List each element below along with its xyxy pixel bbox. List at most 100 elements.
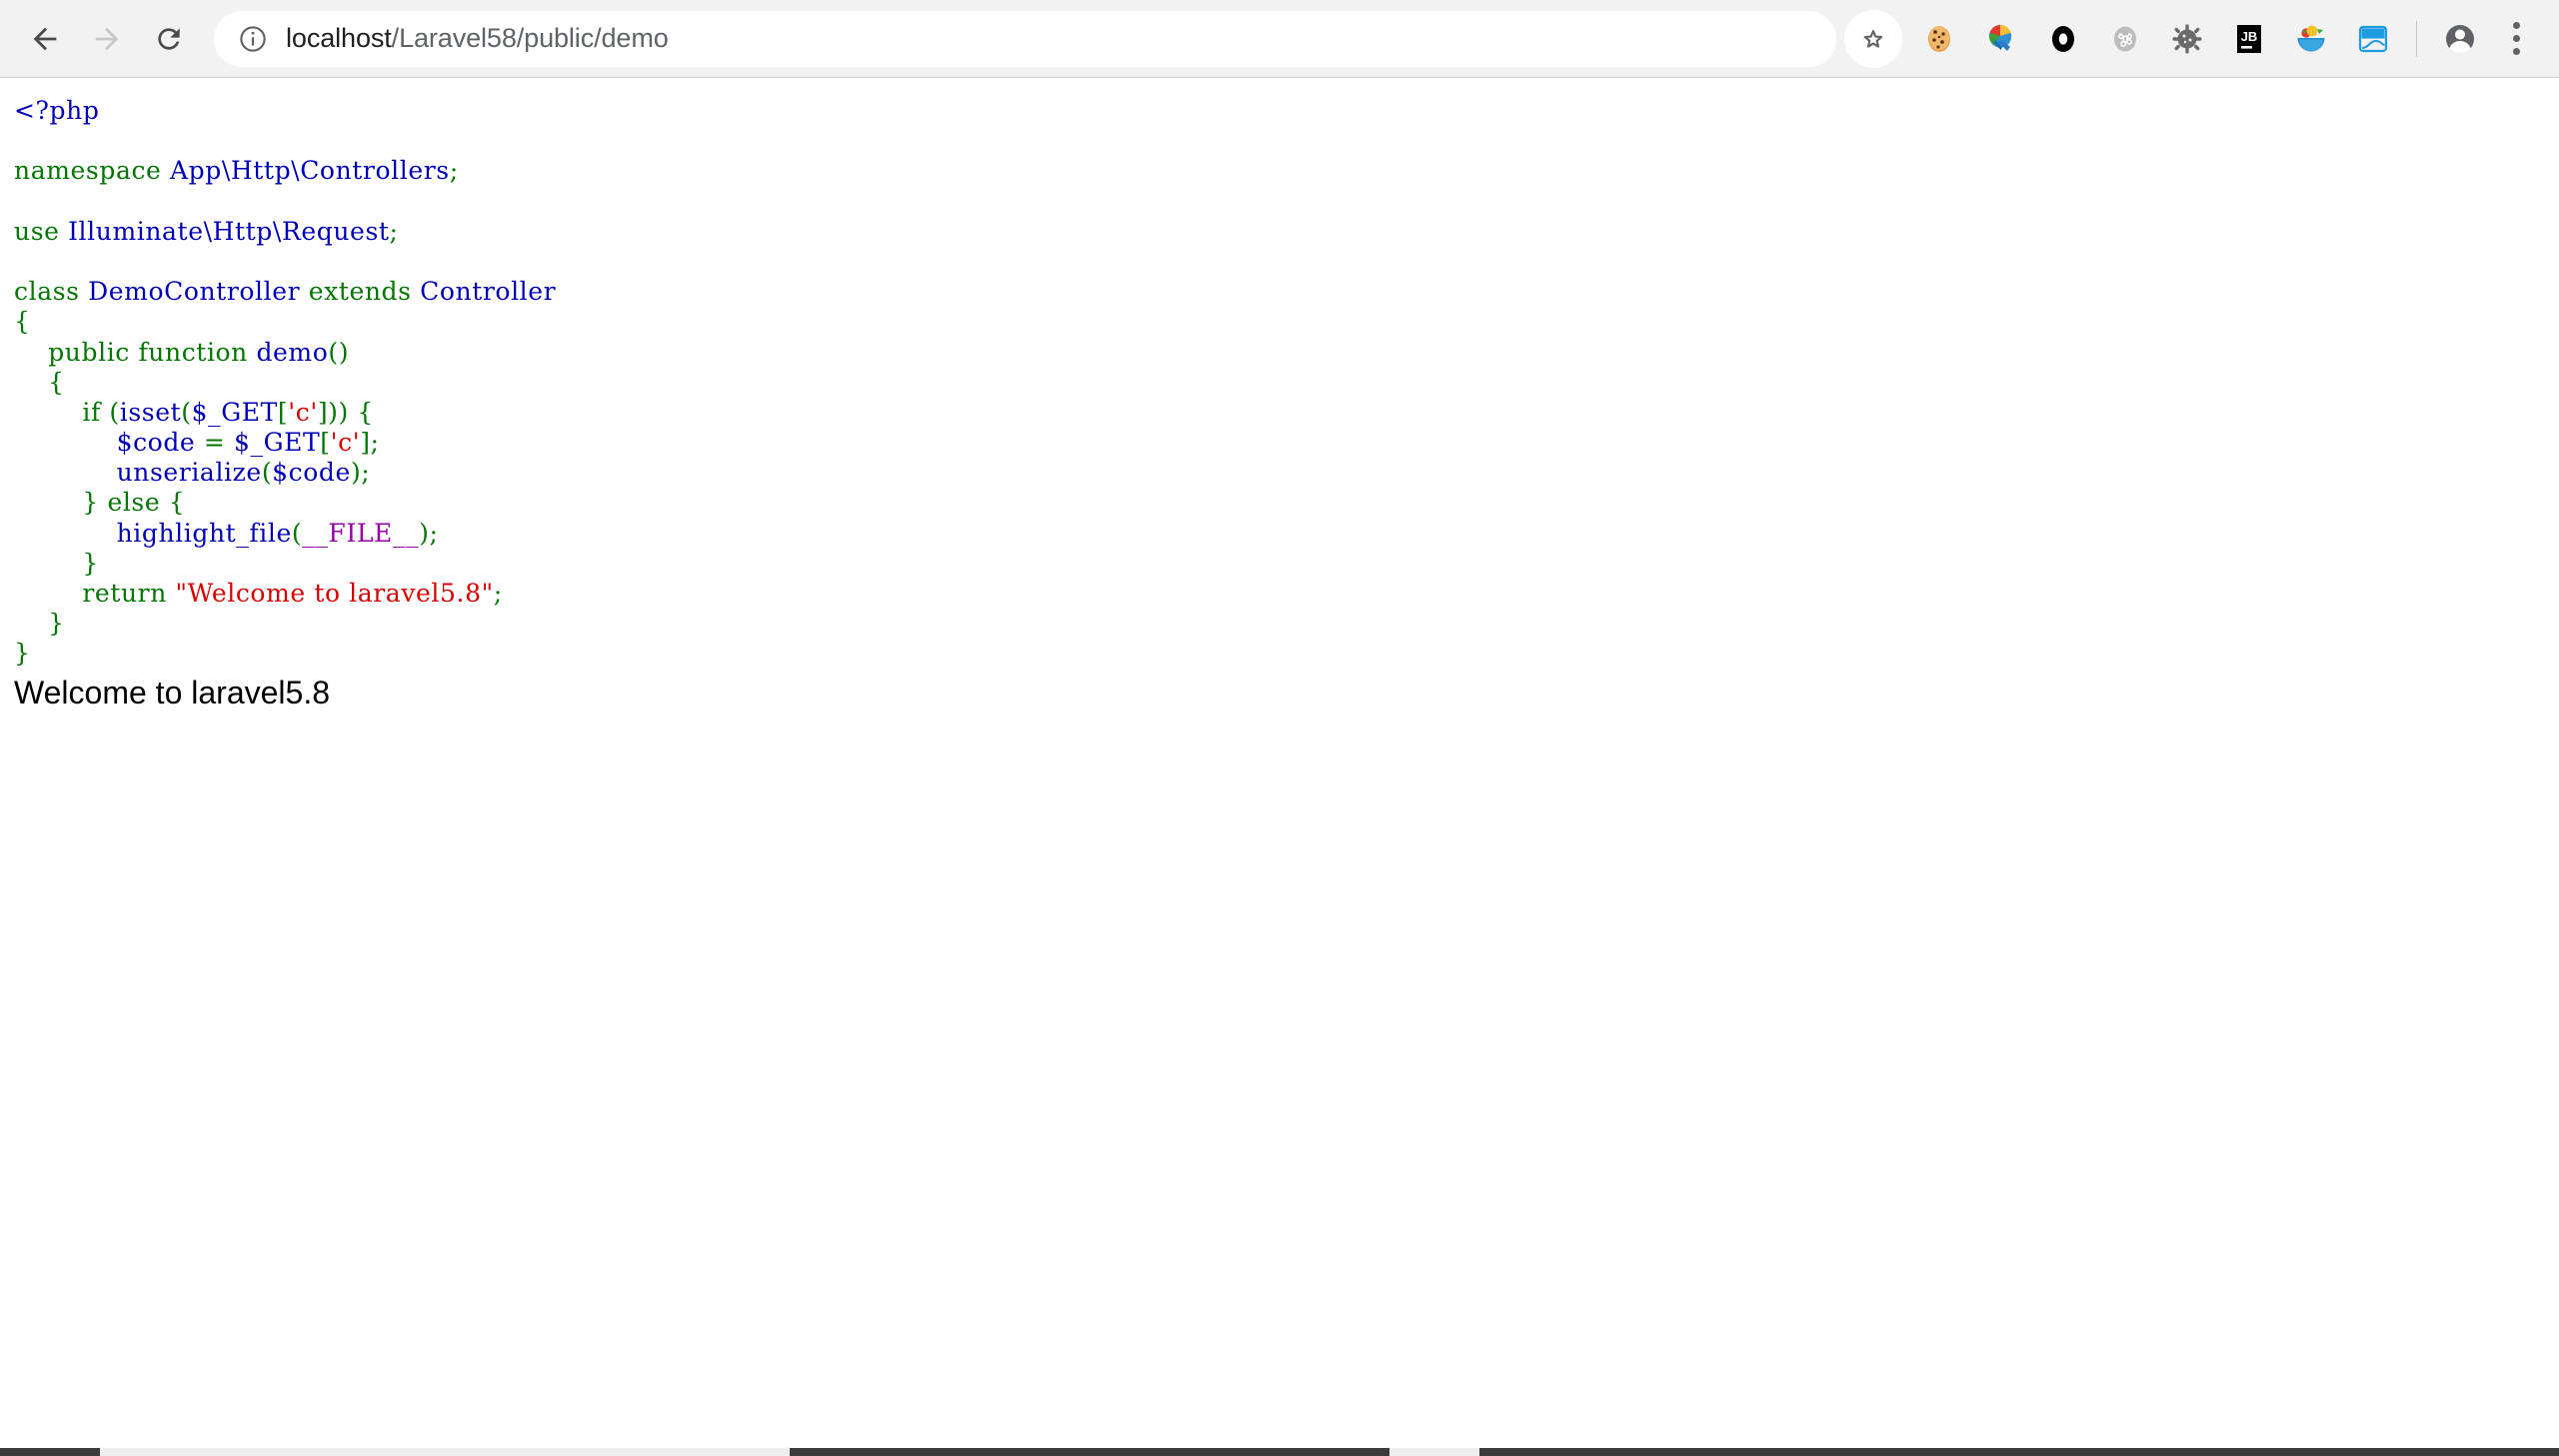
code-token: }: [14, 609, 65, 639]
code-token: isset: [119, 397, 182, 427]
bookmark-button[interactable]: [1844, 9, 1902, 68]
opera-ring-extension-button[interactable]: [2032, 8, 2094, 70]
code-token: App\Http\Controllers: [170, 156, 450, 186]
three-dots-vertical-icon: [2512, 22, 2520, 29]
command-key-icon: [2114, 26, 2136, 51]
code-line: {: [14, 368, 2559, 398]
extensions-bar: JB: [1908, 8, 2541, 70]
fruit-bowl-icon: [2297, 25, 2325, 51]
code-line: }: [14, 609, 2559, 639]
jb-logo-icon: JB: [2237, 24, 2261, 53]
fruit-bowl-extension-button[interactable]: [2280, 8, 2342, 70]
code-token: __FILE__: [302, 518, 420, 548]
browser-toolbar: localhost/Laravel58/public/demo JB: [0, 0, 2559, 78]
controller-output-text: Welcome to laravel5.8: [14, 674, 330, 711]
code-token: return: [82, 579, 167, 608]
code-line: return "Welcome to laravel5.8";: [14, 579, 2559, 609]
navigation-buttons: [14, 8, 200, 70]
code-token: demo: [256, 337, 329, 367]
url-path: /Laravel58/public/demo: [391, 25, 669, 52]
code-token: public: [48, 337, 130, 367]
code-token: <?php: [14, 96, 100, 125]
code-token: }: [14, 639, 31, 669]
blue-window-icon: [2358, 25, 2388, 52]
code-token: if: [82, 397, 101, 427]
code-token: unserialize: [116, 458, 262, 488]
code-token: (): [328, 337, 350, 367]
code-line: class DemoController extends Controller: [14, 277, 2559, 307]
bottom-scrollbar-edge[interactable]: [0, 1448, 2559, 1456]
reload-icon: [158, 27, 180, 50]
url-host: localhost: [286, 25, 392, 52]
url-text[interactable]: localhost/Laravel58/public/demo: [286, 25, 669, 52]
code-token: (: [181, 397, 192, 427]
code-token: );: [419, 518, 439, 548]
back-button[interactable]: [14, 8, 76, 70]
code-token: else: [107, 488, 161, 518]
code-token: function: [138, 337, 248, 367]
code-line: {: [14, 307, 2559, 337]
idm-extension-button[interactable]: [1970, 8, 2032, 70]
code-token: extends: [308, 277, 412, 307]
code-token: [: [320, 428, 331, 458]
page-content: <?php namespace App\Http\Controllers; us…: [0, 78, 2559, 1456]
php-source-highlight: <?php namespace App\Http\Controllers; us…: [0, 78, 2559, 670]
forward-button[interactable]: [76, 8, 138, 70]
code-token: Controller: [420, 277, 557, 307]
reload-button[interactable]: [138, 8, 200, 70]
idm-globe-icon: [1988, 24, 2012, 51]
code-line: highlight_file(__FILE__);: [14, 519, 2559, 549]
code-token: }: [14, 488, 108, 518]
code-token: class: [14, 277, 80, 307]
svg-text:JB: JB: [2241, 29, 2258, 44]
code-token: {: [160, 488, 186, 518]
bug-gear-extension-button[interactable]: [2156, 8, 2218, 70]
bug-gear-icon: [2172, 24, 2202, 53]
code-line: }: [14, 549, 2559, 579]
chrome-menu-button[interactable]: [2491, 8, 2541, 70]
window-extension-button[interactable]: [2342, 8, 2404, 70]
code-token: $_GET: [233, 428, 321, 458]
profile-button[interactable]: [2429, 8, 2491, 70]
black-ring-icon: [2052, 25, 2074, 52]
command-extension-button[interactable]: [2094, 8, 2156, 70]
code-token: ;: [493, 579, 503, 608]
code-token: (: [261, 458, 273, 488]
site-info-icon[interactable]: [238, 24, 268, 54]
code-line: $code = $_GET['c'];: [14, 428, 2559, 458]
code-token: }: [14, 548, 99, 578]
code-line: } else {: [14, 488, 2559, 518]
code-token: =: [195, 428, 234, 458]
cookie-extension-button[interactable]: [1908, 8, 1970, 70]
code-line: unserialize($code);: [14, 458, 2559, 488]
code-line: use Illuminate\Http\Request;: [14, 217, 2559, 247]
code-token: 'c': [330, 428, 361, 458]
address-bar[interactable]: localhost/Laravel58/public/demo: [214, 10, 1836, 67]
code-token: use: [14, 216, 60, 246]
code-token: ];: [360, 428, 380, 458]
code-token: 'c': [288, 397, 318, 427]
code-token: namespace: [14, 156, 162, 186]
code-token: (: [291, 518, 303, 548]
code-line: <?php: [14, 96, 2559, 126]
code-token: (: [100, 397, 120, 427]
cookie-icon: [1928, 25, 1950, 52]
code-line: }: [14, 639, 2559, 669]
code-token: {: [14, 307, 31, 337]
code-token: "Welcome to laravel5.8": [175, 579, 494, 608]
code-token: $_GET: [191, 397, 278, 427]
jetbrains-extension-button[interactable]: JB: [2218, 8, 2280, 70]
toolbar-divider: [2416, 20, 2417, 57]
code-token: ])) {: [317, 397, 374, 427]
code-token: DemoController: [88, 277, 301, 307]
arrow-left-icon: [33, 27, 57, 50]
code-line: namespace App\Http\Controllers;: [14, 156, 2559, 186]
